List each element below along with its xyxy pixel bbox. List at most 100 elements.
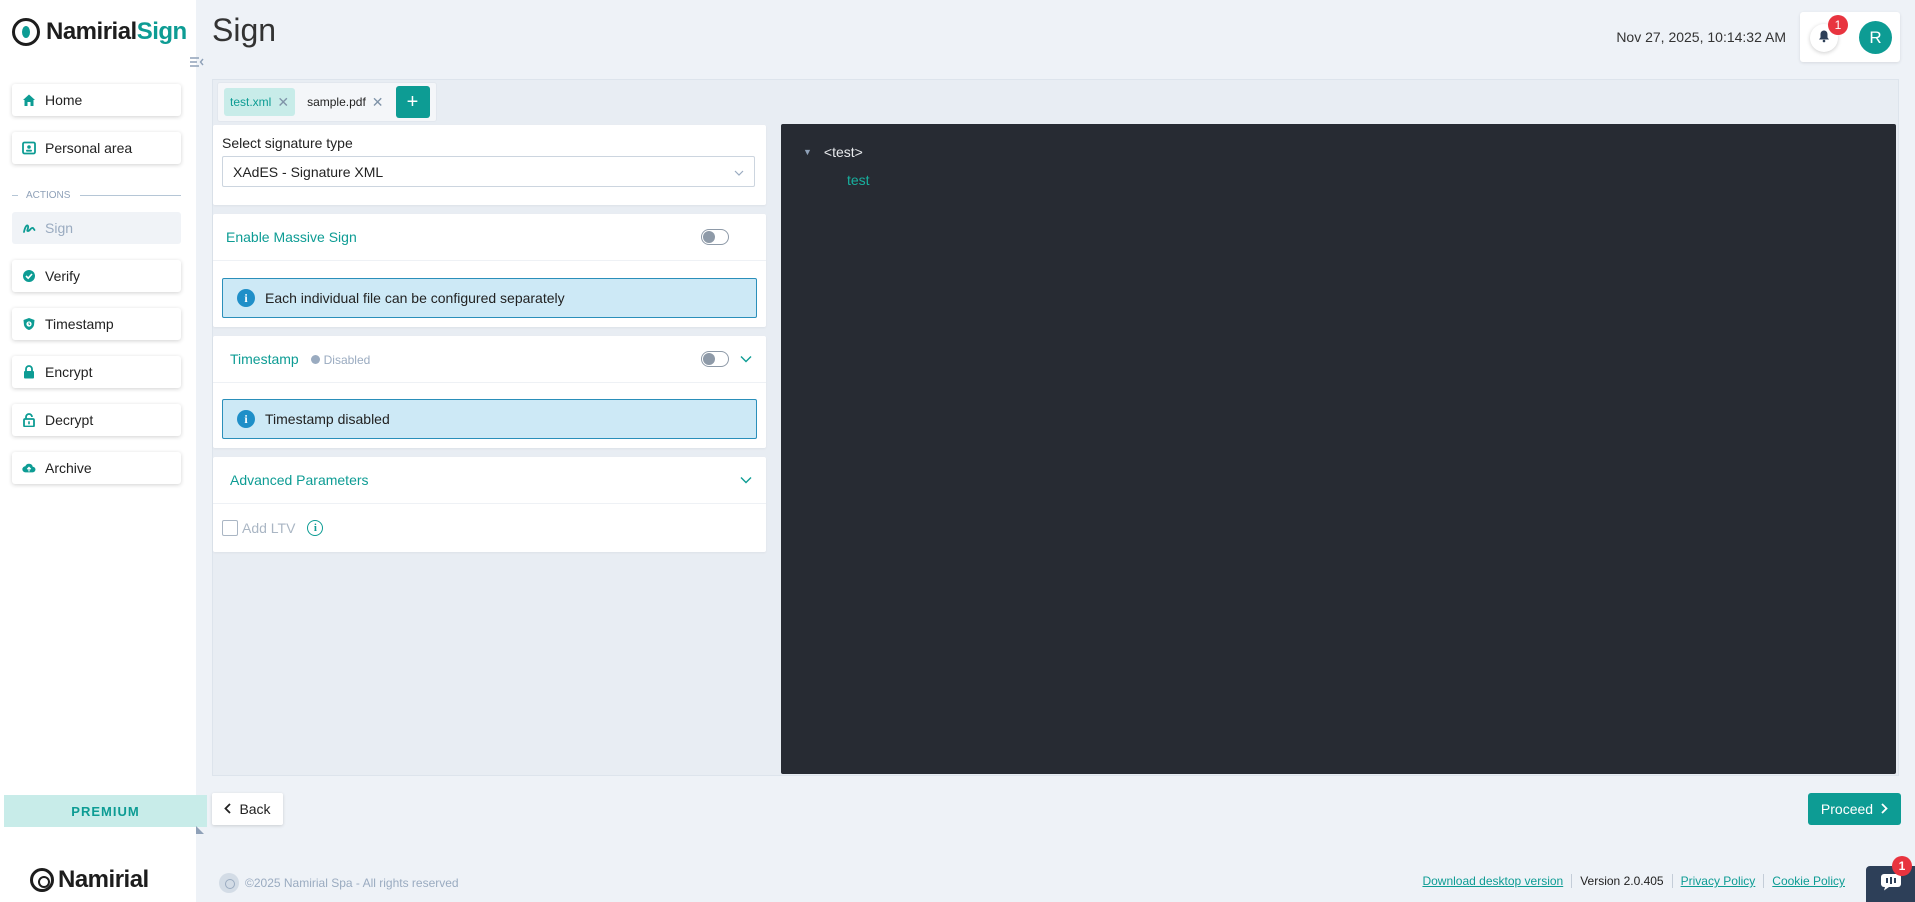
divider: [12, 195, 18, 196]
unlock-icon: [22, 413, 36, 427]
sidebar-item-label: Archive: [45, 460, 92, 476]
tab-label: test.xml: [230, 95, 272, 109]
plus-icon: +: [406, 90, 419, 113]
sidebar-item-verify[interactable]: Verify: [12, 260, 181, 292]
add-file-button[interactable]: +: [395, 86, 430, 118]
chevron-down-icon[interactable]: [739, 473, 753, 487]
verified-badge-icon: [22, 269, 36, 283]
signature-type-value: XAdES - Signature XML: [233, 163, 384, 180]
massive-sign-card: Enable Massive Sign i Each individual fi…: [213, 214, 766, 327]
info-icon: i: [237, 410, 255, 428]
chevron-right-icon: [1881, 801, 1888, 817]
premium-button[interactable]: PREMIUM: [4, 795, 207, 827]
user-avatar[interactable]: R: [1859, 21, 1892, 54]
namirialsign-logo-icon: [12, 18, 40, 46]
divider: [80, 195, 181, 196]
advanced-parameters-title: Advanced Parameters: [230, 472, 369, 488]
sidebar-item-label: Personal area: [45, 140, 133, 156]
chevron-down-icon[interactable]: [739, 352, 753, 366]
sidebar-item-label: Timestamp: [45, 316, 114, 332]
signature-settings: Select signature type XAdES - Signature …: [213, 125, 766, 561]
timestamp-toggle[interactable]: [701, 351, 729, 367]
notifications-count-badge: 1: [1828, 15, 1848, 35]
cookie-policy-link[interactable]: Cookie Policy: [1772, 874, 1845, 888]
close-icon[interactable]: ✕: [372, 94, 384, 111]
current-datetime: Nov 27, 2025, 10:14:32 AM: [1616, 29, 1786, 45]
version-text: Version 2.0.405: [1580, 874, 1664, 888]
info-icon: i: [237, 289, 255, 307]
xml-tag: <test>: [823, 144, 863, 160]
info-text: Timestamp disabled: [265, 411, 390, 427]
back-label: Back: [239, 801, 271, 817]
sidebar-item-archive[interactable]: Archive: [12, 452, 181, 484]
sidebar-item-label: Decrypt: [45, 412, 94, 428]
signature-icon: [22, 221, 36, 235]
chat-icon: [1880, 873, 1902, 896]
logo-text-main: Namirial: [46, 18, 137, 45]
namirial-small-logo-icon: [219, 873, 239, 893]
namirial-logo-icon: [30, 868, 54, 892]
xml-node: ▼ <test>: [803, 144, 863, 160]
file-tabs-bar: test.xml ✕ sample.pdf ✕ +: [217, 82, 437, 122]
tab-label: sample.pdf: [307, 95, 366, 109]
tab-sample-pdf[interactable]: sample.pdf ✕: [301, 88, 389, 116]
namirial-logo-text: Namirial: [58, 866, 149, 893]
user-toolbar: 1 R: [1800, 12, 1900, 62]
sidebar-item-label: Verify: [45, 268, 81, 284]
status-text: Disabled: [323, 352, 371, 367]
back-button[interactable]: Back: [212, 793, 283, 825]
footer-links: Download desktop version Version 2.0.405…: [1422, 874, 1845, 888]
sign-workspace: test.xml ✕ sample.pdf ✕ + Select signatu…: [212, 79, 1899, 776]
status-dot: [310, 355, 320, 364]
divider: [1571, 874, 1573, 888]
home-icon: [22, 93, 36, 107]
divider: [1763, 874, 1765, 888]
add-ltv-checkbox[interactable]: [222, 520, 238, 536]
chat-notification-badge: 1: [1892, 856, 1912, 876]
privacy-policy-link[interactable]: Privacy Policy: [1681, 874, 1756, 888]
sidebar-item-home[interactable]: Home: [12, 84, 181, 116]
lock-icon: [22, 365, 36, 379]
timestamp-header[interactable]: Timestamp Disabled: [213, 336, 766, 383]
chevron-left-icon: [224, 801, 232, 817]
shield-clock-icon: [22, 317, 36, 331]
actions-section-label: ACTIONS: [12, 190, 181, 201]
collapse-sidebar-icon[interactable]: [188, 55, 206, 71]
info-text: Each individual file can be configured s…: [265, 290, 565, 306]
xml-text-node: test: [847, 172, 870, 188]
advanced-parameters-card: Advanced Parameters Add LTV i: [213, 457, 766, 552]
signature-type-card: Select signature type XAdES - Signature …: [213, 125, 766, 205]
logo-text-accent: Sign: [136, 18, 188, 45]
cloud-upload-icon: [22, 461, 36, 475]
download-desktop-link[interactable]: Download desktop version: [1422, 874, 1563, 888]
close-icon[interactable]: ✕: [277, 94, 289, 111]
chevron-down-icon: [734, 165, 744, 179]
bell-icon: [1817, 29, 1831, 48]
sidebar-item-decrypt[interactable]: Decrypt: [12, 404, 181, 436]
proceed-button[interactable]: Proceed: [1808, 793, 1901, 825]
sidebar-item-timestamp[interactable]: Timestamp: [12, 308, 181, 340]
sidebar-item-sign[interactable]: Sign: [12, 212, 181, 244]
collapse-caret-icon[interactable]: ▼: [803, 147, 812, 157]
signature-type-select[interactable]: XAdES - Signature XML: [222, 156, 755, 187]
sidebar-item-encrypt[interactable]: Encrypt: [12, 356, 181, 388]
page-title: Sign: [212, 12, 277, 48]
copyright-text: ©2025 Namirial Spa - All rights reserved: [245, 876, 459, 890]
info-icon[interactable]: i: [307, 520, 324, 536]
sidebar: NamirialSign Home Personal area ACTIONS …: [0, 0, 196, 902]
sidebar-item-label: Sign: [45, 220, 74, 236]
divider: [1671, 874, 1673, 888]
proceed-label: Proceed: [1820, 801, 1874, 817]
massive-sign-header: Enable Massive Sign: [213, 214, 766, 261]
signature-type-label: Select signature type: [222, 135, 353, 151]
massive-sign-info: i Each individual file can be configured…: [222, 278, 757, 318]
sidebar-item-label: Encrypt: [45, 364, 93, 380]
massive-sign-toggle[interactable]: [701, 229, 729, 245]
premium-ribbon-corner: [196, 826, 204, 834]
advanced-parameters-header[interactable]: Advanced Parameters: [213, 457, 766, 504]
namirialsign-logo[interactable]: NamirialSign: [12, 18, 187, 46]
sidebar-item-personal-area[interactable]: Personal area: [12, 132, 181, 164]
tab-test-xml[interactable]: test.xml ✕: [224, 88, 296, 116]
id-card-icon: [22, 141, 36, 155]
advanced-parameters-body: Add LTV i: [213, 504, 766, 552]
